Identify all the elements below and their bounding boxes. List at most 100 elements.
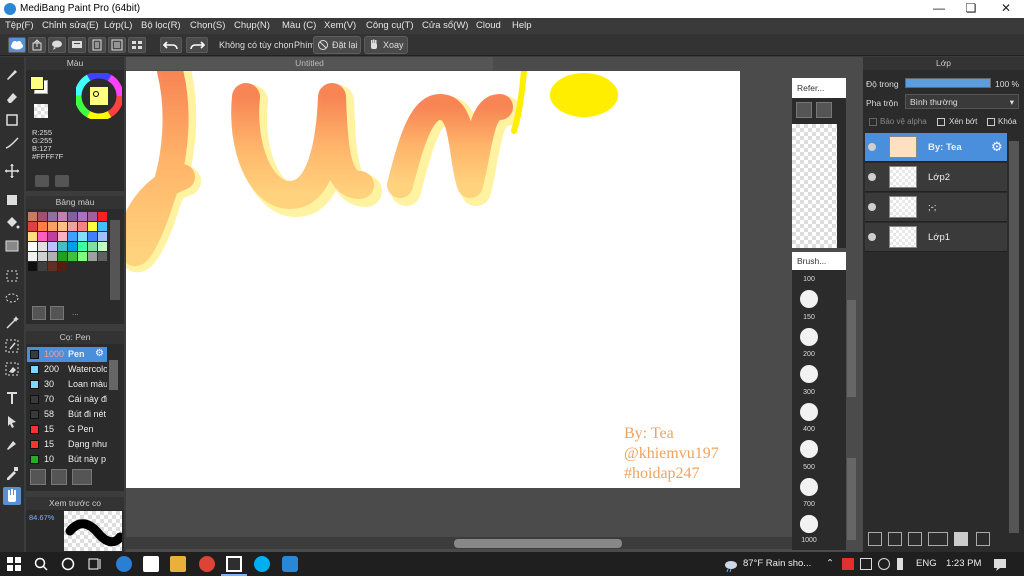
color-eyedrop-icon[interactable] xyxy=(55,175,69,187)
document-icon[interactable] xyxy=(88,37,106,53)
palette-swatch[interactable] xyxy=(78,232,87,241)
palette-swatch[interactable] xyxy=(88,222,97,231)
palette-swatch[interactable] xyxy=(58,232,67,241)
brush-size-option[interactable] xyxy=(800,440,818,458)
palette-swatch[interactable] xyxy=(68,252,77,261)
eye-icon[interactable] xyxy=(868,233,876,241)
transparent-swatch[interactable] xyxy=(34,104,48,118)
rectangle-tool-icon[interactable] xyxy=(3,111,21,129)
edge-icon[interactable] xyxy=(116,556,132,572)
bucket-tool-icon[interactable] xyxy=(3,214,21,232)
brush-menu-icon[interactable] xyxy=(72,469,92,485)
menu-cloud[interactable]: Cloud xyxy=(476,20,501,31)
horizontal-scrollbar[interactable] xyxy=(126,537,846,549)
reference-cloud-icon[interactable] xyxy=(796,102,812,118)
store-icon[interactable] xyxy=(143,556,159,572)
horizontal-scroll-thumb[interactable] xyxy=(454,539,622,548)
notification-icon[interactable] xyxy=(992,556,1008,572)
palette-swatch[interactable] xyxy=(48,232,57,241)
windows-start-icon[interactable] xyxy=(6,556,22,572)
palette-swatch[interactable] xyxy=(58,222,67,231)
opacity-slider[interactable] xyxy=(905,78,991,88)
magic-wand-tool-icon[interactable] xyxy=(3,313,21,331)
brush-item[interactable]: 10 Bút này p xyxy=(27,452,107,467)
search-icon[interactable] xyxy=(33,556,49,572)
menu-color[interactable]: Màu (C) xyxy=(282,20,316,31)
clock[interactable]: 1:23 PM xyxy=(946,558,981,569)
gear-icon[interactable]: ⚙ xyxy=(95,348,104,359)
wifi-icon[interactable] xyxy=(878,558,890,570)
menu-help[interactable]: Help xyxy=(512,20,532,31)
undo-icon[interactable] xyxy=(160,37,182,53)
brush-item[interactable]: 1000 Pen ⚙ xyxy=(27,347,107,362)
palette-swatch[interactable] xyxy=(28,262,37,271)
palette-swatch[interactable] xyxy=(98,242,107,251)
hand-tool-icon[interactable] xyxy=(3,487,21,505)
palette-swatch[interactable] xyxy=(88,252,97,261)
cortana-icon[interactable] xyxy=(60,556,76,572)
close-button[interactable]: ✕ xyxy=(992,1,1020,17)
menu-edit[interactable]: Chỉnh sửa(E) xyxy=(42,20,99,31)
menu-filter[interactable]: Bộ lọc(R) xyxy=(141,20,181,31)
reset-button[interactable]: Đặt lại xyxy=(313,36,361,54)
palette-swatch[interactable] xyxy=(58,242,67,251)
brush-item[interactable]: 15 G Pen xyxy=(27,422,107,437)
palette-swatch[interactable] xyxy=(38,222,47,231)
weather-text[interactable]: 87°F Rain sho... xyxy=(743,558,811,569)
layer-menu-icon[interactable] xyxy=(928,532,948,546)
palette-swatch[interactable] xyxy=(38,252,47,261)
brush-item[interactable]: 30 Loan màu xyxy=(27,377,107,392)
brush-size-scrollbar[interactable] xyxy=(847,300,856,397)
blur-tool-icon[interactable] xyxy=(3,435,21,453)
layer-row[interactable]: ;-; xyxy=(865,193,1007,222)
zalo-icon[interactable] xyxy=(282,556,298,572)
skype-icon[interactable] xyxy=(254,556,270,572)
menu-layer[interactable]: Lớp(L) xyxy=(104,20,132,31)
palette-swatch[interactable] xyxy=(78,212,87,221)
brush-item[interactable]: 200 Watercolor xyxy=(27,362,107,377)
new-8bit-layer-icon[interactable] xyxy=(908,532,922,546)
palette-swatch[interactable] xyxy=(58,262,67,271)
palette-swatch[interactable] xyxy=(28,212,37,221)
gradient-tool-icon[interactable] xyxy=(3,237,21,255)
reference-image-area[interactable] xyxy=(792,124,837,248)
palette-swatch[interactable] xyxy=(68,232,77,241)
protect-alpha-checkbox[interactable] xyxy=(869,118,877,126)
layer-scrollbar[interactable] xyxy=(1009,141,1019,533)
list-icon[interactable] xyxy=(108,37,126,53)
file-explorer-icon[interactable] xyxy=(170,556,186,572)
menu-select[interactable]: Chọn(S) xyxy=(190,20,225,31)
brush-size-scrollbar-lower[interactable] xyxy=(847,458,856,540)
palette-swatch[interactable] xyxy=(68,212,77,221)
palette-swatch[interactable] xyxy=(68,242,77,251)
palette-swatch[interactable] xyxy=(98,212,107,221)
palette-swatch[interactable] xyxy=(48,222,57,231)
layer-row[interactable]: Lớp1 xyxy=(865,223,1007,252)
primary-color-swatch[interactable] xyxy=(30,76,44,90)
palette-swatch[interactable] xyxy=(38,232,47,241)
redo-icon[interactable] xyxy=(186,37,208,53)
palette-swatch[interactable] xyxy=(38,212,47,221)
brush-item[interactable]: 15 Dạng như xyxy=(27,437,107,452)
new-palette-icon[interactable] xyxy=(32,306,46,320)
brush-size-option[interactable] xyxy=(800,290,818,308)
volume-icon[interactable] xyxy=(897,558,909,570)
eye-icon[interactable] xyxy=(868,203,876,211)
lasso-tool-icon[interactable] xyxy=(3,290,21,308)
brush-item[interactable]: 70 Cái này đi xyxy=(27,392,107,407)
language-indicator[interactable]: ENG xyxy=(916,558,937,569)
palette-swatch[interactable] xyxy=(98,252,107,261)
canvas-tab[interactable]: Untitled xyxy=(126,57,493,70)
palette-swatch[interactable] xyxy=(78,252,87,261)
menu-file[interactable]: Tệp(F) xyxy=(5,20,34,31)
medibang-taskbar-icon[interactable] xyxy=(226,556,242,572)
duplicate-layer-icon[interactable] xyxy=(976,532,990,546)
reference-folder-icon[interactable] xyxy=(816,102,832,118)
lock-checkbox[interactable] xyxy=(987,118,995,126)
menu-tools[interactable]: Công cụ(T) xyxy=(366,20,414,31)
new-brush-icon[interactable] xyxy=(51,469,67,485)
move-tool-icon[interactable] xyxy=(3,162,21,180)
brush-tool-icon[interactable] xyxy=(3,65,21,83)
cloud-icon[interactable] xyxy=(8,37,26,53)
operation-tool-icon[interactable] xyxy=(3,412,21,430)
